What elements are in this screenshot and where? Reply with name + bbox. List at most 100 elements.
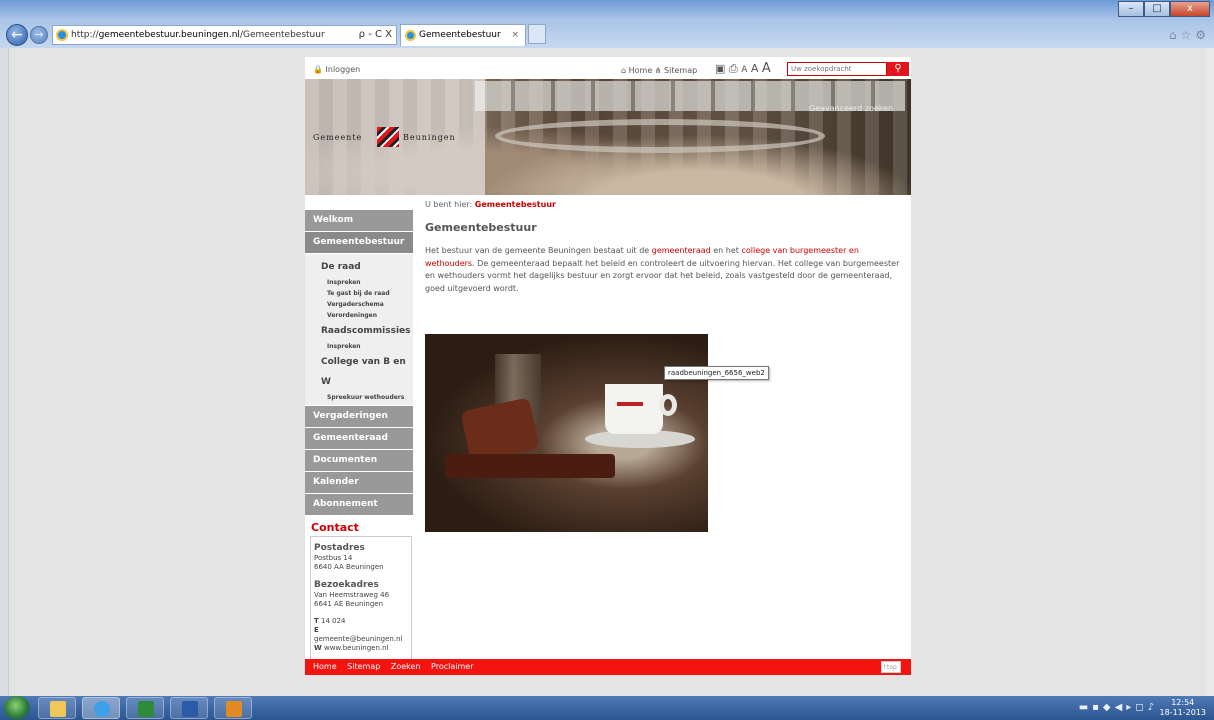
close-window-button[interactable]: x [1170,1,1210,17]
nav-te-gast[interactable]: Te gast bij de raad [305,288,413,299]
image-tooltip: raadbeuningen_6656_web2 [664,366,769,380]
contact-box: Postadres Postbus 14 6640 AA Beuningen B… [310,536,412,660]
magnifier-icon: ⚲ [894,63,902,74]
vertical-scrollbar[interactable] [1206,48,1214,696]
url-text: http://gemeentebestuur.beuningen.nl/Geme… [71,30,325,40]
photo-cup-handle [659,394,677,416]
explorer-taskbar-button[interactable] [38,697,76,719]
back-button[interactable]: ← [6,24,28,46]
footer: Home Sitemap Zoeken Proclaimer ↑top [305,659,911,675]
nav-inspreken-2[interactable]: Inspreken [305,341,413,352]
postadres-line2: 6640 AA Beuningen [314,563,384,571]
bezoekadres-label: Bezoekadres [314,580,379,590]
photo-gavel [460,397,540,463]
page-title: Gemeentebestuur [425,221,537,234]
login-link[interactable]: 🔒 Inloggen [313,65,360,74]
browser-titlebar: – □ x ← → http://gemeentebestuur.beuning… [0,0,1214,48]
outlook-taskbar-button[interactable] [214,697,252,719]
subnav: De raad Inspreken Te gast bij de raad Ve… [305,254,413,405]
text-size-medium[interactable]: A [751,62,759,75]
breadcrumb-current: Gemeentebestuur [474,200,556,209]
clock-date: 18-11-2013 [1159,708,1207,717]
search-button[interactable]: ⚲ [887,62,909,76]
footer-sitemap-link[interactable]: Sitemap [347,662,380,671]
contact-title: Contact [311,521,359,534]
main-content: Gemeentebestuur Het bestuur van de gemee… [425,221,900,295]
footer-proclaimer-link[interactable]: Proclaimer [431,662,473,671]
footer-home-link[interactable]: Home [313,662,337,671]
nav-documenten[interactable]: Documenten [305,450,413,471]
advanced-search-link[interactable]: Geavanceerd zoeken [809,104,893,113]
ie-page-icon [56,29,68,41]
address-bar[interactable]: http://gemeentebestuur.beuningen.nl/Geme… [52,25,397,45]
nav-gemeenteraad[interactable]: Gemeenteraad [305,428,413,449]
email[interactable]: E gemeente@beuningen.nl [314,626,408,644]
sitemap-link[interactable]: ⋔ Sitemap [655,66,697,75]
header-banner: Gemeente Beuningen Geavanceerd zoeken [305,79,911,195]
nav-gemeentebestuur[interactable]: Gemeentebestuur [305,232,413,253]
gemeente-beuningen-logo[interactable]: Gemeente Beuningen [313,127,473,149]
rss-icon[interactable]: ▣ [715,62,725,75]
forward-button[interactable]: → [30,26,48,44]
postadres-line1: Postbus 14 [314,554,353,562]
text-size-small[interactable]: A [741,65,747,75]
ie-taskbar-button[interactable] [82,697,120,719]
ie-tab-icon [405,30,416,41]
clock-time: 12:54 [1171,698,1195,707]
nav-kalender[interactable]: Kalender [305,472,413,493]
excel-taskbar-button[interactable] [126,697,164,719]
nav-vergaderschema[interactable]: Vergaderschema [305,299,413,310]
back-to-top-button[interactable]: ↑top [881,661,901,673]
logo-text-left: Gemeente [313,133,363,142]
intro-paragraph: Het bestuur van de gemeente Beuningen be… [425,246,900,293]
browser-toolbar-icons[interactable]: ⌂☆⚙ [1169,28,1210,42]
text-tools: ▣ ⎙ A A A [715,61,771,76]
website[interactable]: W www.beuningen.nl [314,644,408,653]
word-taskbar-button[interactable] [170,697,208,719]
breadcrumb-prefix: U bent hier: [425,200,473,209]
start-button[interactable] [4,696,30,720]
minimize-button[interactable]: – [1118,1,1144,17]
internet-explorer-icon [94,701,110,717]
nav-abonnement[interactable]: Abonnement [305,494,413,515]
photo-board [445,454,615,478]
nav-college[interactable]: College van B en W [305,352,413,392]
home-link[interactable]: ⌂ Home [621,66,652,75]
tab-close-icon[interactable]: × [511,25,519,45]
nav-welkom[interactable]: Welkom [305,210,413,231]
nav-verordeningen[interactable]: Verordeningen [305,310,413,321]
taskbar: ▬▪◆◀▸◻♪ 12:54 18-11-2013 [0,696,1214,720]
logo-text-right: Beuningen [403,133,456,142]
nav-vergaderingen[interactable]: Vergaderingen [305,406,413,427]
bezoekadres-line1: Van Heemstraweg 46 [314,591,390,599]
tab-gemeentebestuur[interactable]: Gemeentebestuur × [400,24,526,46]
clock[interactable]: 12:54 18-11-2013 [1160,698,1207,718]
nav-spreekuur[interactable]: Spreekuur wethouders [305,392,413,403]
new-tab-button[interactable] [528,24,546,44]
window-controls: – □ x [1118,1,1210,17]
print-icon[interactable]: ⎙ [729,62,738,75]
banner-table [495,119,825,153]
home-sitemap-links: ⌂ Home ⋔ Sitemap [621,66,697,75]
address-tools[interactable]: ρ - C X [359,26,392,44]
postadres-label: Postadres [314,543,365,553]
web-page: 🔒 Inloggen ⌂ Home ⋔ Sitemap ▣ ⎙ A A A Uw… [305,57,911,675]
phone: T 14 024 [314,617,346,625]
breadcrumb: U bent hier: Gemeentebestuur [425,200,556,209]
maximize-button[interactable]: □ [1144,1,1170,17]
folder-icon [50,701,66,717]
text-size-large[interactable]: A [762,61,771,76]
nav-raadscommissies[interactable]: Raadscommissies [305,321,413,341]
nav-de-raad[interactable]: De raad [305,257,413,277]
nav-inspreken[interactable]: Inspreken [305,277,413,288]
footer-zoeken-link[interactable]: Zoeken [391,662,421,671]
bezoekadres-line2: 6641 AE Beuningen [314,600,384,608]
excel-icon [138,701,154,717]
system-tray-icons[interactable]: ▬▪◆◀▸◻♪ [1079,702,1158,713]
word-icon [182,701,198,717]
council-table-photo [425,334,708,532]
search-input[interactable]: Uw zoekopdracht [787,62,887,76]
outlook-icon [226,701,242,717]
gemeenteraad-link[interactable]: gemeenteraad [652,246,711,255]
logo-mark-icon [377,127,399,147]
